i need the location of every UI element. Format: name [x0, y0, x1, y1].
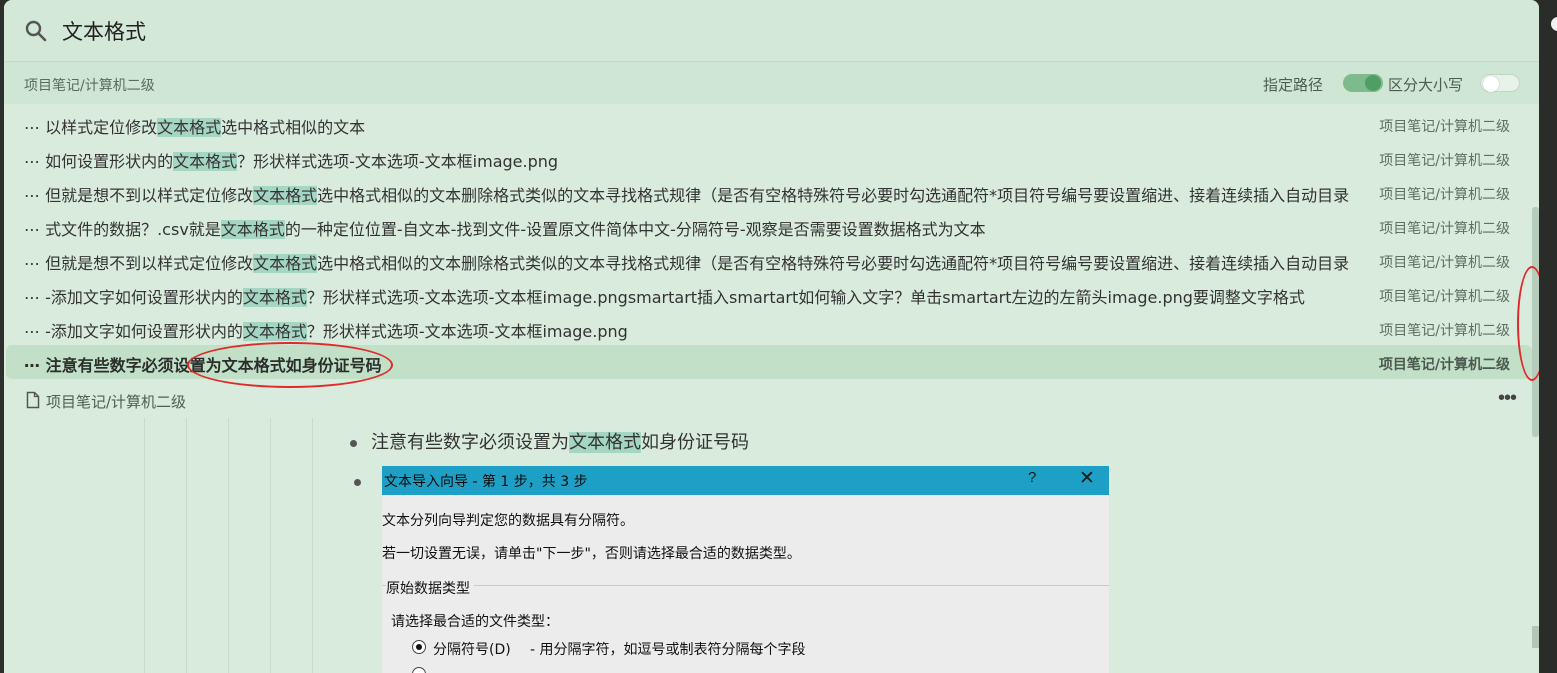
search-panel: 项目笔记/计算机二级 指定路径 区分大小写 ⋯ 以样式定位修改文本格式选中格式相…: [4, 0, 1539, 673]
case-sensitive-toggle[interactable]: [1480, 74, 1520, 92]
preview-header: 项目笔记/计算机二级 •••: [4, 380, 1532, 418]
embedded-screenshot: 文本导入向导 - 第 1 步，共 3 步 ? ✕ 文本分列向导判定您的数据具有分…: [382, 466, 1109, 673]
dialog-option1: 分隔符号(D): [433, 642, 511, 658]
result-item[interactable]: ⋯ -添加文字如何设置形状内的文本格式？形状样式选项-文本选项-文本框image…: [4, 277, 1532, 311]
dialog-group-label: 原始数据类型: [386, 578, 474, 598]
specify-path-label: 指定路径: [1263, 76, 1324, 94]
result-path: 项目笔记/计算机二级: [1379, 221, 1510, 237]
radio-icon: [412, 667, 426, 673]
dialog-title-bar: 文本导入向导 - 第 1 步，共 3 步 ? ✕: [382, 466, 1109, 495]
file-icon: [26, 391, 40, 409]
indent-guide: [312, 418, 313, 673]
results-list: ⋯ 以样式定位修改文本格式选中格式相似的文本 项目笔记/计算机二级 ⋯ 如何设置…: [4, 107, 1532, 379]
case-sensitive-label: 区分大小写: [1388, 76, 1464, 94]
result-path: 项目笔记/计算机二级: [1379, 153, 1510, 169]
result-item[interactable]: ⋯ 式文件的数据？.csv就是文本格式的一种定位位置-自文本-找到文件-设置原文…: [4, 209, 1532, 243]
dialog-line2: 若一切设置无误，请单击"下一步"，否则请选择最合适的数据类型。: [382, 546, 801, 562]
dialog-option1-desc: - 用分隔字符，如逗号或制表符分隔每个字段: [530, 642, 806, 658]
more-horizontal-icon[interactable]: •••: [1498, 387, 1517, 410]
search-bar: [4, 0, 1539, 62]
result-item[interactable]: ⋯ -添加文字如何设置形状内的文本格式？形状样式选项-文本选项-文本框image…: [4, 311, 1532, 345]
search-icon: [25, 20, 47, 42]
preview-file-title[interactable]: 项目笔记/计算机二级: [46, 391, 186, 412]
indent-guide: [228, 418, 229, 673]
result-path: 项目笔记/计算机二级: [1378, 357, 1510, 373]
match-highlight: 文本格式: [173, 152, 238, 171]
bullet-icon: [350, 439, 357, 447]
match-highlight: 文本格式: [242, 322, 307, 341]
dialog-line1: 文本分列向导判定您的数据具有分隔符。: [382, 513, 634, 529]
dialog-prompt: 请选择最合适的文件类型：: [391, 614, 559, 630]
result-item[interactable]: ⋯ 但就是想不到以样式定位修改文本格式选中格式相似的文本删除格式类似的文本寻找格…: [4, 175, 1532, 209]
indent-guide: [270, 418, 271, 673]
match-highlight: 文本格式: [569, 432, 641, 453]
indent-guide: [186, 418, 187, 673]
specify-path-toggle[interactable]: [1343, 74, 1383, 92]
result-item[interactable]: ⋯ 如何设置形状内的文本格式？形状样式选项-文本选项-文本框image.png …: [4, 141, 1532, 175]
search-input[interactable]: [62, 15, 962, 47]
help-icon: ?: [1028, 469, 1037, 486]
match-highlight: 文本格式: [157, 118, 222, 137]
annotation-ellipse: [187, 342, 393, 388]
preview-scrollbar-thumb[interactable]: [1532, 626, 1539, 648]
dialog-title: 文本导入向导 - 第 1 步，共 3 步: [384, 474, 588, 490]
preview-bullet: 注意有些数字必须设置为文本格式如身份证号码: [350, 428, 749, 454]
background-edge: [1539, 0, 1557, 673]
result-item[interactable]: ⋯ 但就是想不到以样式定位修改文本格式选中格式相似的文本删除格式类似的文本寻找格…: [4, 243, 1532, 277]
indent-guide: [144, 418, 145, 673]
result-path: 项目笔记/计算机二级: [1379, 187, 1510, 203]
match-highlight: 文本格式: [253, 186, 318, 205]
result-path: 项目笔记/计算机二级: [1379, 255, 1510, 271]
bullet-icon: [354, 479, 361, 486]
search-options-bar: 项目笔记/计算机二级 指定路径 区分大小写: [4, 62, 1539, 104]
result-item[interactable]: ⋯ 以样式定位修改文本格式选中格式相似的文本 项目笔记/计算机二级: [4, 107, 1532, 141]
result-path: 项目笔记/计算机二级: [1379, 323, 1510, 339]
result-path: 项目笔记/计算机二级: [1379, 289, 1510, 305]
match-highlight: 文本格式: [242, 288, 307, 307]
match-highlight: 文本格式: [220, 220, 285, 239]
current-path-label: 项目笔记/计算机二级: [24, 78, 155, 94]
match-highlight: 文本格式: [253, 254, 318, 273]
radio-selected-icon: [412, 640, 426, 654]
close-icon: ✕: [1079, 468, 1095, 489]
result-path: 项目笔记/计算机二级: [1379, 119, 1510, 135]
